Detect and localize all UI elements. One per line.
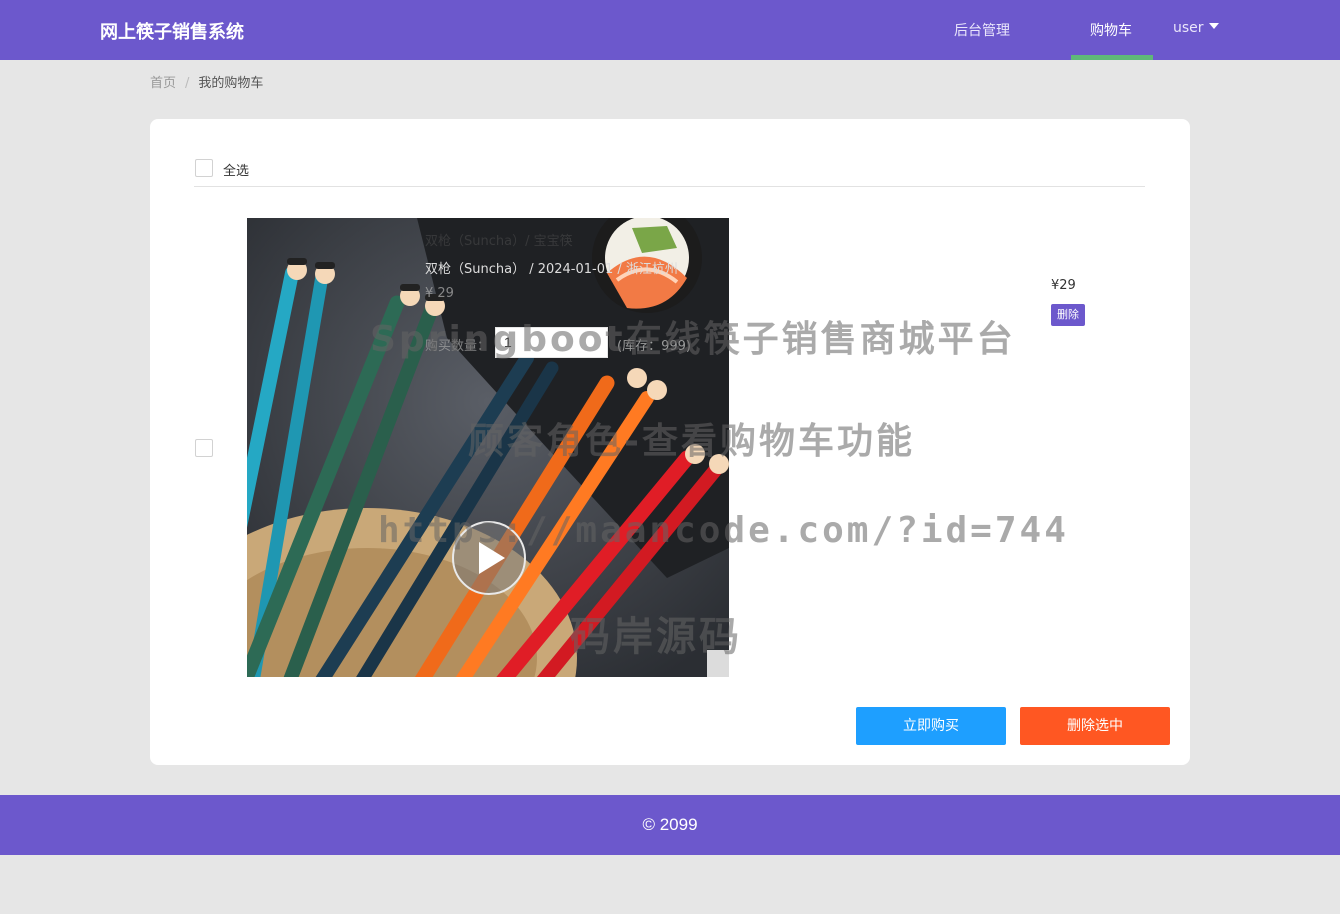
caret-down-icon bbox=[1208, 23, 1219, 29]
stock-text: (库存：999) bbox=[617, 339, 691, 354]
footer-copyright: © 2099 bbox=[642, 815, 698, 834]
product-category: 双枪（Suncha）/ 宝宝筷 bbox=[425, 234, 573, 249]
product-image[interactable] bbox=[247, 218, 729, 677]
buy-now-button[interactable]: 立即购买 bbox=[856, 707, 1006, 745]
quantity-input[interactable]: 1 bbox=[495, 327, 608, 358]
nav-active-indicator bbox=[1071, 55, 1153, 60]
select-all-label[interactable]: 全选 bbox=[223, 160, 249, 179]
site-brand[interactable]: 网上筷子销售系统 bbox=[100, 18, 244, 44]
item-price: ¥29 bbox=[1051, 278, 1076, 293]
nav-admin[interactable]: 后台管理 bbox=[954, 20, 1010, 40]
image-corner-mark bbox=[707, 650, 729, 677]
divider bbox=[194, 186, 1145, 187]
delete-selected-button[interactable]: 删除选中 bbox=[1020, 707, 1170, 745]
footer: © 2099 bbox=[0, 795, 1340, 855]
user-name: user bbox=[1173, 20, 1204, 36]
breadcrumb-separator: / bbox=[185, 76, 190, 91]
user-menu[interactable]: user bbox=[1173, 20, 1219, 36]
product-price-line: ¥ 29 bbox=[425, 286, 454, 301]
product-name[interactable]: 双枪（Suncha） / 2024-01-01 / 浙江杭州 bbox=[425, 258, 678, 277]
item-delete-button[interactable]: 删除 bbox=[1051, 304, 1085, 326]
select-all-checkbox[interactable] bbox=[195, 159, 213, 177]
breadcrumb: 首页 / 我的购物车 bbox=[150, 72, 263, 91]
breadcrumb-home[interactable]: 首页 bbox=[150, 76, 176, 91]
nav-cart[interactable]: 购物车 bbox=[1090, 20, 1132, 40]
cart-panel: 全选 双枪（Suncha）/ 宝宝筷 双枪（Suncha） / 2024-01-… bbox=[150, 119, 1190, 765]
top-navbar: 网上筷子销售系统 后台管理 购物车 user bbox=[0, 0, 1340, 60]
breadcrumb-current: 我的购物车 bbox=[198, 76, 264, 91]
quantity-label: 购买数量： bbox=[425, 339, 491, 354]
item-checkbox[interactable] bbox=[195, 439, 213, 457]
